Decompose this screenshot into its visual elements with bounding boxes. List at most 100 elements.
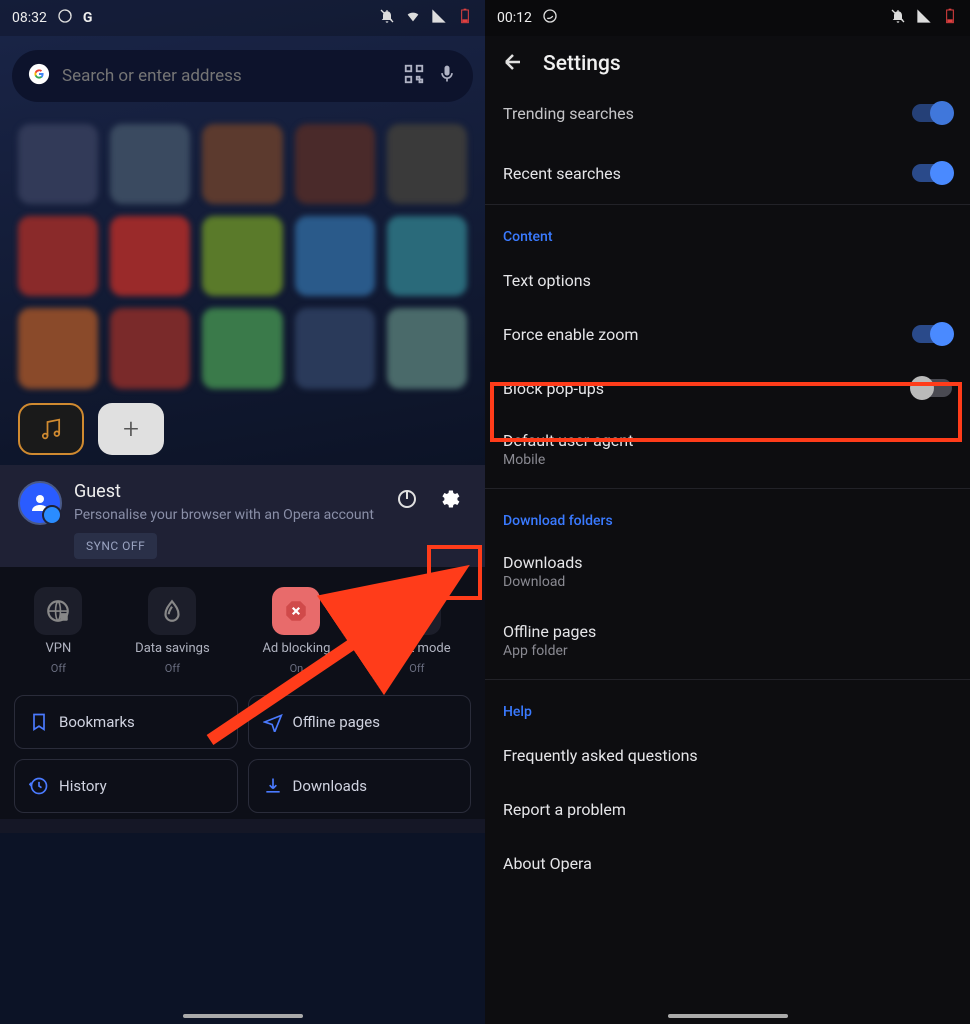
speed-dial-tile[interactable] <box>295 308 375 388</box>
link-label: Offline pages <box>293 713 380 731</box>
setting-label: Force enable zoom <box>503 325 638 344</box>
downloads-button[interactable]: Downloads <box>248 759 472 813</box>
status-bar: 00:12 <box>485 0 970 36</box>
setting-label: Default user agent <box>503 431 633 450</box>
speed-dial-tile[interactable] <box>110 124 190 204</box>
speed-dial-tile[interactable] <box>110 216 190 296</box>
speed-dial-tile[interactable] <box>202 216 282 296</box>
setting-label: Block pop-ups <box>503 379 604 398</box>
left-screenshot: 08:32 G <box>0 0 485 1024</box>
setting-faq[interactable]: Frequently asked questions <box>485 728 970 782</box>
speed-dial-tile[interactable] <box>202 124 282 204</box>
signal-icon <box>431 8 447 28</box>
toggle-switch[interactable] <box>912 164 952 182</box>
music-app-icon[interactable] <box>18 403 84 455</box>
wifi-icon <box>405 8 421 28</box>
speed-dial-tile[interactable] <box>18 124 98 204</box>
setting-label: About Opera <box>503 854 592 873</box>
power-button[interactable] <box>389 481 425 517</box>
google-logo-icon <box>28 63 50 89</box>
battery-low-icon <box>457 8 473 28</box>
setting-text-options[interactable]: Text options <box>485 253 970 307</box>
speed-dial-tile[interactable] <box>387 308 467 388</box>
link-label: Bookmarks <box>59 713 135 731</box>
history-button[interactable]: History <box>14 759 238 813</box>
home-indicator[interactable] <box>668 1014 788 1018</box>
status-time: 00:12 <box>497 10 532 26</box>
quick-label: Night mode <box>383 641 450 656</box>
setting-label: Report a problem <box>503 800 626 819</box>
speed-dial-tile[interactable] <box>295 124 375 204</box>
link-grid: Bookmarks Offline pages History Download… <box>0 689 485 819</box>
profile-name: Guest <box>74 481 377 502</box>
settings-header: Settings <box>485 36 970 92</box>
quick-data-savings[interactable]: Data savings Off <box>135 587 209 675</box>
sync-badge[interactable]: SYNC OFF <box>74 533 157 559</box>
setting-label: Trending searches <box>503 104 634 123</box>
speed-dial-tile[interactable] <box>110 308 190 388</box>
setting-offline-pages[interactable]: Offline pages App folder <box>485 606 970 675</box>
setting-label: Text options <box>503 271 591 290</box>
setting-sub: Mobile <box>503 452 633 468</box>
quick-state: On <box>290 662 304 675</box>
add-speed-dial-button[interactable]: + <box>98 403 164 455</box>
setting-label: Offline pages <box>503 622 596 641</box>
setting-force-zoom[interactable]: Force enable zoom <box>485 307 970 361</box>
settings-gear-button[interactable] <box>431 481 467 517</box>
toggle-switch[interactable] <box>912 325 952 343</box>
mic-icon[interactable] <box>437 64 457 88</box>
section-help: Help <box>485 684 970 728</box>
link-label: History <box>59 777 107 795</box>
profile-subtitle: Personalise your browser with an Opera a… <box>74 506 377 526</box>
link-label: Downloads <box>293 777 368 795</box>
setting-recent-searches[interactable]: Recent searches <box>485 146 970 200</box>
quick-ad-blocking[interactable]: Ad blocking On <box>262 587 330 675</box>
setting-downloads[interactable]: Downloads Download <box>485 537 970 606</box>
quick-label: Data savings <box>135 641 209 656</box>
setting-report-problem[interactable]: Report a problem <box>485 782 970 836</box>
setting-trending-searches[interactable]: Trending searches <box>485 92 970 146</box>
dnd-icon <box>379 8 395 28</box>
toggle-switch[interactable] <box>912 379 952 397</box>
quick-label: Ad blocking <box>262 641 330 656</box>
speed-dial-tile[interactable] <box>18 216 98 296</box>
back-button[interactable] <box>501 50 525 78</box>
speed-dial-tile[interactable] <box>202 308 282 388</box>
search-input[interactable] <box>62 66 391 86</box>
setting-label: Frequently asked questions <box>503 746 698 765</box>
setting-label: Recent searches <box>503 164 621 183</box>
toggle-switch[interactable] <box>912 104 952 122</box>
page-title: Settings <box>543 52 621 76</box>
speed-dial-tile[interactable] <box>295 216 375 296</box>
speed-dial-tile[interactable] <box>18 308 98 388</box>
google-g-status-icon: G <box>83 10 93 26</box>
setting-about-opera[interactable]: About Opera <box>485 836 970 890</box>
profile-text: Guest Personalise your browser with an O… <box>74 481 377 560</box>
setting-label: Downloads <box>503 553 582 572</box>
speed-dial-grid <box>0 116 485 397</box>
quick-night-mode[interactable]: Night mode Off <box>383 587 450 675</box>
quick-label: VPN <box>46 641 72 656</box>
quick-vpn[interactable]: VPN Off <box>34 587 82 675</box>
avatar[interactable] <box>18 481 62 525</box>
qr-scan-icon[interactable] <box>403 63 425 89</box>
battery-low-icon <box>942 8 958 28</box>
search-bar[interactable] <box>12 50 473 102</box>
settings-list: Trending searches Recent searches Conten… <box>485 92 970 890</box>
quick-state: Off <box>165 662 180 675</box>
profile-row: Guest Personalise your browser with an O… <box>0 465 485 568</box>
speed-dial-tile[interactable] <box>387 124 467 204</box>
section-download: Download folders <box>485 493 970 537</box>
status-bar: 08:32 G <box>0 0 485 36</box>
bookmarks-button[interactable]: Bookmarks <box>14 695 238 749</box>
home-indicator[interactable] <box>183 1014 303 1018</box>
whatsapp-icon <box>542 8 558 28</box>
speed-dial-tile[interactable] <box>387 216 467 296</box>
bottom-sheet: Guest Personalise your browser with an O… <box>0 465 485 834</box>
setting-user-agent[interactable]: Default user agent Mobile <box>485 415 970 484</box>
offline-pages-button[interactable]: Offline pages <box>248 695 472 749</box>
setting-block-popups[interactable]: Block pop-ups <box>485 361 970 415</box>
right-screenshot: 00:12 Settings Trending searches Recent … <box>485 0 970 1024</box>
dock-row: + <box>0 397 485 465</box>
quick-state: Off <box>51 662 66 675</box>
